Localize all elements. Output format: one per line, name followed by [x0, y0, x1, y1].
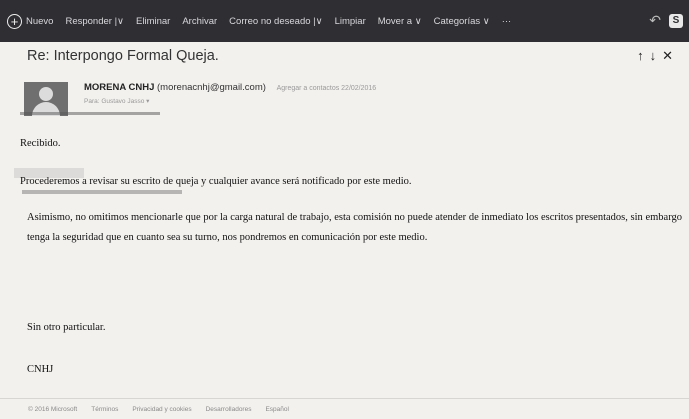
sender-email: (morenacnhj@gmail.com): [157, 82, 266, 93]
subject-header: Re: Interpongo Formal Queja. ↑↓✕: [0, 42, 689, 70]
terms-link[interactable]: Términos: [91, 406, 118, 413]
sender-name[interactable]: MORENA CNHJ: [84, 82, 154, 93]
arrow-up-icon[interactable]: ↑: [637, 48, 650, 63]
scan-artifact: [22, 190, 182, 194]
close-icon[interactable]: ✕: [662, 48, 679, 63]
language-link[interactable]: Español: [265, 406, 289, 413]
sender-line: MORENA CNHJ (morenacnhj@gmail.com) Agreg…: [84, 82, 376, 93]
body-paragraph: Sin otro particular.: [27, 322, 106, 333]
recipient-line[interactable]: Para: Gustavo Jasso ▾: [84, 97, 149, 105]
message-navigation: ↑↓✕: [637, 48, 679, 64]
body-paragraph: Recibido.: [20, 138, 61, 149]
add-to-contacts-link[interactable]: Agregar a contactos 22/02/2016: [277, 85, 377, 92]
body-paragraph: Asimismo, no omitimos mencionarle que po…: [27, 212, 682, 243]
privacy-link[interactable]: Privacidad y cookies: [132, 406, 191, 413]
scan-artifact: [20, 112, 160, 115]
new-button[interactable]: + Nuevo: [7, 13, 54, 29]
sweep-button[interactable]: Limpiar: [335, 16, 366, 27]
avatar-head-icon: [39, 87, 53, 101]
signature: CNHJ: [27, 364, 54, 375]
reply-button[interactable]: Responder |∨: [65, 16, 124, 27]
command-bar: + Nuevo Responder |∨ Eliminar Archivar C…: [0, 0, 689, 42]
avatar: [24, 82, 68, 116]
categories-button[interactable]: Categorías ∨: [434, 16, 490, 27]
body-paragraph: Procederemos a revisar su escrito de que…: [20, 176, 412, 187]
junk-button[interactable]: Correo no deseado |∨: [229, 16, 322, 27]
undo-icon[interactable]: ↶: [649, 12, 661, 29]
plus-circle-icon: +: [7, 13, 22, 29]
toolbar-right: ↶ S: [649, 12, 683, 29]
more-button[interactable]: ···: [502, 16, 512, 27]
copyright-text: © 2016 Microsoft: [28, 405, 78, 413]
skype-icon[interactable]: S: [669, 13, 683, 28]
delete-button[interactable]: Eliminar: [136, 16, 170, 27]
developers-link[interactable]: Desarrolladores: [206, 406, 252, 413]
page-footer: © 2016 Microsoft Términos Privacidad y c…: [0, 398, 689, 419]
archive-button[interactable]: Archivar: [182, 16, 217, 27]
new-label: Nuevo: [26, 15, 54, 27]
message-subject: Re: Interpongo Formal Queja.: [27, 48, 219, 64]
arrow-down-icon[interactable]: ↓: [650, 48, 663, 63]
sender-header: MORENA CNHJ (morenacnhj@gmail.com) Agreg…: [24, 82, 664, 116]
move-to-button[interactable]: Mover a ∨: [378, 16, 422, 27]
